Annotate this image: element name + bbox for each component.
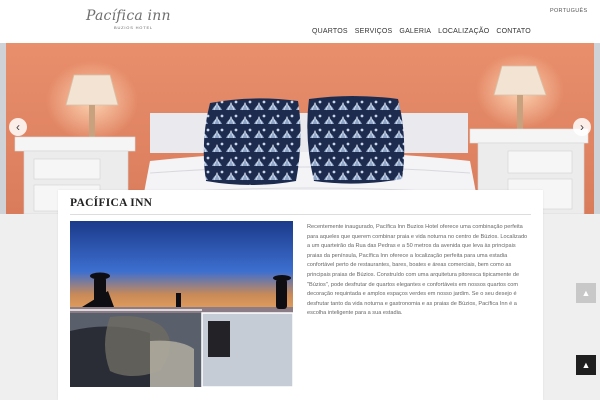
chevron-left-icon[interactable]: ‹ [9,118,27,136]
nav-quartos[interactable]: QUARTOS [312,28,348,35]
site-header: Pacífica inn BUZIOS HOTEL PORTUGUÊS QUAR… [0,0,600,43]
chevron-right-icon[interactable]: › [573,118,591,136]
hotel-logo[interactable]: Pacífica inn BUZIOS HOTEL [86,8,170,32]
nav-galeria[interactable]: GALERIA [399,28,431,35]
arrow-up-icon[interactable]: ▲ [576,283,596,303]
content-card: PACÍFICA INN Recentemente inaugurado, Pa… [58,190,543,400]
sunset-beach-photo [70,221,293,387]
hotel-description: Recentemente inaugurado, Pacífica Inn Bu… [307,224,528,317]
main-nav: QUARTOS SERVIÇOS GALERIA LOCALIZAÇÃO CON… [312,28,531,35]
hero-slider[interactable]: ‹ › [0,43,600,214]
section-title: PACÍFICA INN [70,197,153,209]
title-divider [70,214,531,215]
nav-contato[interactable]: CONTATO [496,28,530,35]
language-selector[interactable]: PORTUGUÊS [550,8,587,14]
arrow-up-dark-icon[interactable]: ▲ [576,355,596,375]
logo-script: Pacífica inn [86,8,171,24]
nav-localizacao[interactable]: LOCALIZAÇÃO [438,28,489,35]
logo-subtitle: BUZIOS HOTEL [114,25,153,30]
nav-servicos[interactable]: SERVIÇOS [355,28,393,35]
hero-bedroom-image [0,43,600,214]
